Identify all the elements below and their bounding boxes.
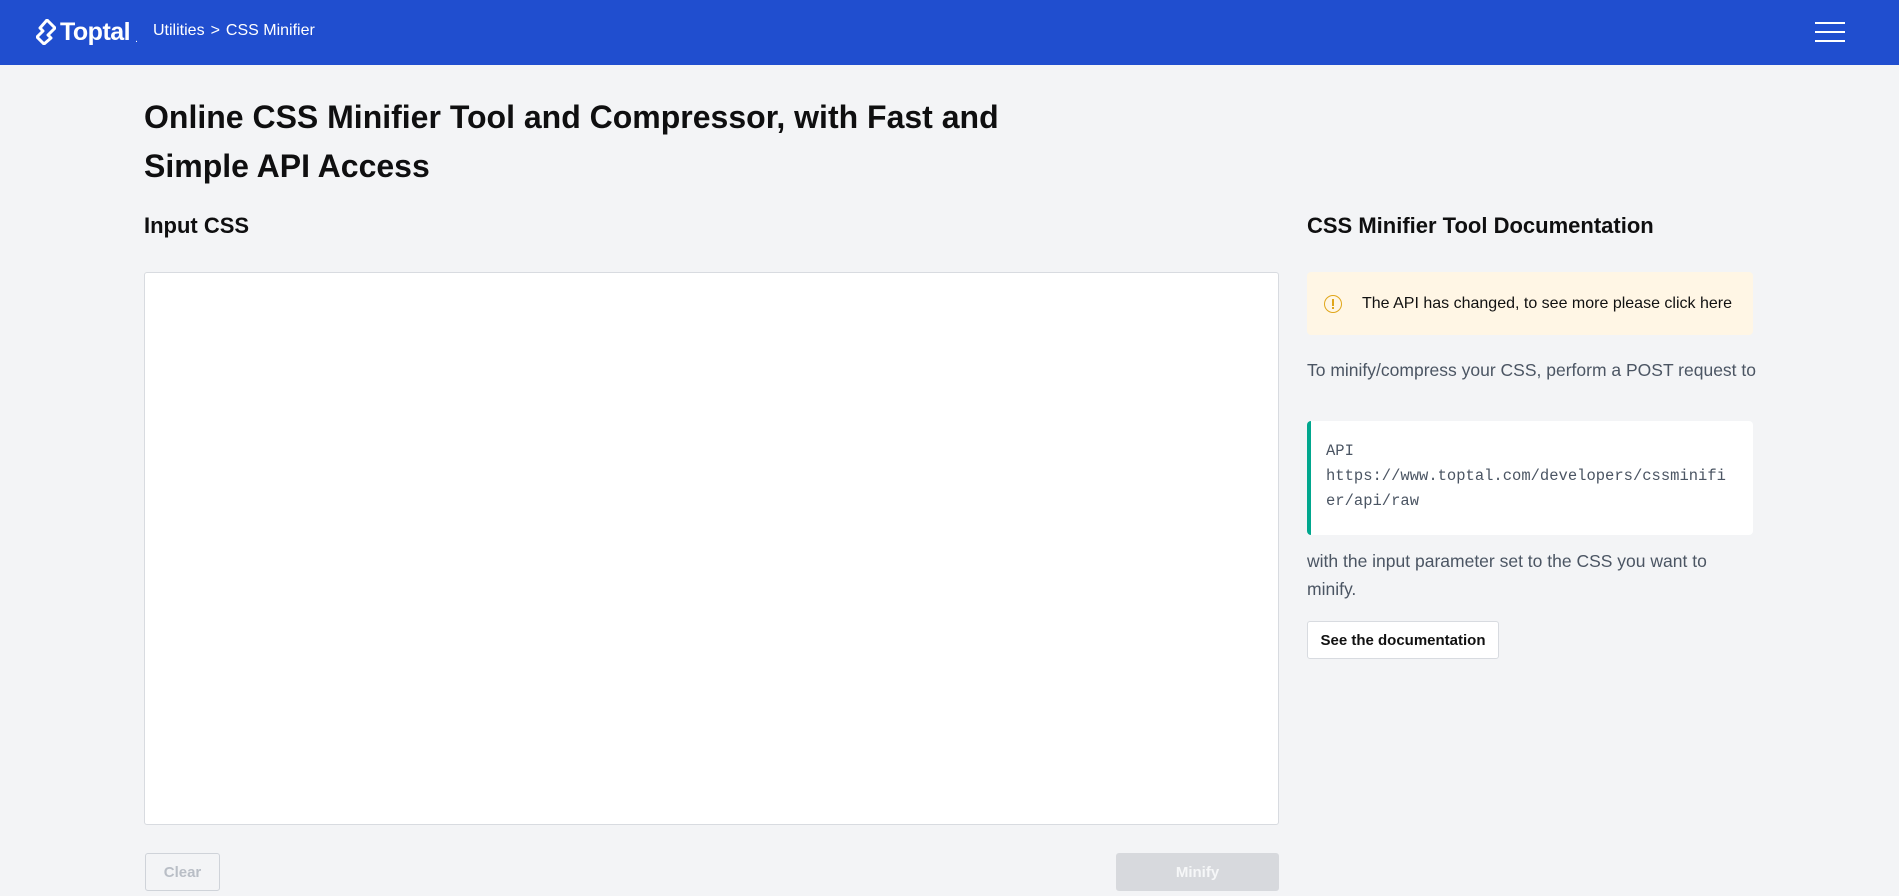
- minify-button[interactable]: Minify: [1116, 853, 1279, 891]
- notice-text: The API has changed, to see more please …: [1362, 295, 1732, 313]
- api-change-notice: The API has changed, to see more please …: [1307, 272, 1753, 335]
- api-label: API: [1326, 442, 1354, 460]
- api-url: https://www.toptal.com/developers/cssmin…: [1326, 467, 1726, 510]
- warning-circle-icon: [1324, 294, 1342, 313]
- toptal-logo[interactable]: Toptal .: [36, 17, 138, 47]
- logo-suffix: .: [135, 33, 138, 45]
- documentation-heading: CSS Minifier Tool Documentation: [1307, 213, 1654, 238]
- docs-intro-text: To minify/compress your CSS, perform a P…: [1307, 360, 1757, 380]
- docs-outro-text: with the input parameter set to the CSS …: [1307, 551, 1707, 599]
- hamburger-icon-line: [1815, 40, 1845, 42]
- see-documentation-button[interactable]: See the documentation: [1307, 621, 1499, 659]
- clear-button[interactable]: Clear: [145, 853, 220, 891]
- breadcrumb: Utilities > CSS Minifier: [153, 22, 315, 40]
- hamburger-icon-line: [1815, 31, 1845, 33]
- breadcrumb-separator-icon: >: [210, 22, 220, 39]
- hamburger-icon-line: [1815, 22, 1845, 24]
- toptal-logo-icon: [36, 19, 56, 45]
- logo-text: Toptal: [60, 17, 131, 46]
- api-change-notice-link[interactable]: The API has changed, to see more please …: [1362, 295, 1732, 312]
- breadcrumb-utilities-link[interactable]: Utilities: [153, 22, 205, 40]
- css-input-textarea[interactable]: [144, 272, 1279, 825]
- page-title: Online CSS Minifier Tool and Compressor,…: [144, 99, 999, 184]
- breadcrumb-current-page[interactable]: CSS Minifier: [226, 22, 315, 40]
- hamburger-menu-button[interactable]: [1815, 20, 1845, 44]
- input-css-heading: Input CSS: [144, 213, 250, 238]
- api-endpoint-code-block: API https://www.toptal.com/developers/cs…: [1307, 421, 1753, 535]
- top-navigation-bar: Toptal . Utilities > CSS Minifier: [0, 0, 1899, 65]
